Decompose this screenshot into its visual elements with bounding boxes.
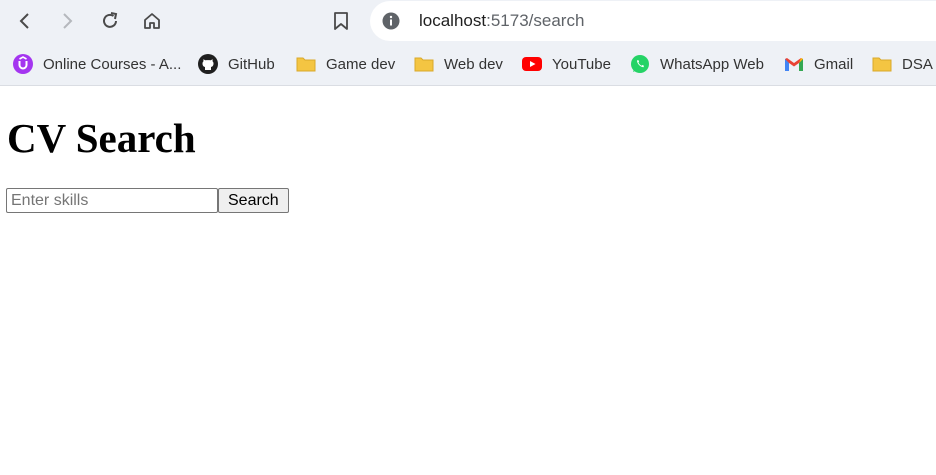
bookmark-page-button[interactable]: [326, 6, 356, 36]
url-host: localhost: [419, 11, 487, 30]
bookmark-label: Game dev: [326, 55, 396, 73]
bookmark-folder-web-dev[interactable]: Web dev: [414, 52, 503, 76]
arrow-right-icon: [63, 13, 73, 29]
youtube-icon: [522, 54, 542, 74]
browser-toolbar: localhost:5173/search: [0, 0, 936, 42]
url-text[interactable]: localhost:5173/search: [419, 11, 584, 31]
forward-button[interactable]: [52, 6, 82, 36]
home-button[interactable]: [137, 6, 167, 36]
bookmark-label: Online Courses - A...: [43, 55, 182, 73]
arrow-left-icon: [19, 13, 29, 29]
page-content: CV Search Search: [0, 87, 936, 475]
bookmark-gmail[interactable]: Gmail: [784, 52, 853, 76]
bookmark-label: YouTube: [552, 55, 611, 73]
reload-button[interactable]: [95, 6, 125, 36]
browser-chrome: localhost:5173/search Online Courses - A…: [0, 0, 936, 86]
bookmark-online-courses[interactable]: Online Courses - A...: [13, 52, 181, 76]
bookmark-label: GitHub: [228, 55, 275, 73]
skills-search-input[interactable]: [6, 188, 218, 213]
search-form: Search: [6, 188, 289, 213]
address-bar[interactable]: localhost:5173/search: [370, 1, 936, 41]
home-icon: [144, 13, 160, 29]
bookmark-label: Web dev: [444, 55, 503, 73]
bookmark-github[interactable]: GitHub: [198, 52, 275, 76]
url-path: :5173/search: [486, 11, 585, 30]
site-info-icon[interactable]: [382, 12, 400, 30]
page-title: CV Search: [7, 115, 196, 161]
bookmark-icon: [334, 12, 348, 30]
folder-icon: [872, 54, 892, 74]
bookmark-label: Gmail: [814, 55, 854, 73]
bookmarks-bar: Online Courses - A... GitHub Game dev We…: [0, 46, 936, 82]
bookmark-label: DSA: [902, 55, 933, 73]
bookmark-folder-game-dev[interactable]: Game dev: [296, 52, 395, 76]
bookmark-whatsapp[interactable]: WhatsApp Web: [630, 52, 764, 76]
whatsapp-icon: [630, 54, 650, 74]
bookmark-label: WhatsApp Web: [660, 55, 764, 73]
udemy-icon: [13, 54, 33, 74]
github-icon: [198, 54, 218, 74]
back-button[interactable]: [10, 6, 40, 36]
bookmark-youtube[interactable]: YouTube: [522, 52, 611, 76]
folder-icon: [414, 54, 434, 74]
search-button[interactable]: Search: [218, 188, 289, 213]
reload-icon: [103, 12, 118, 28]
bookmark-folder-dsa[interactable]: DSA: [872, 52, 933, 76]
gmail-icon: [784, 54, 804, 74]
folder-icon: [296, 54, 316, 74]
